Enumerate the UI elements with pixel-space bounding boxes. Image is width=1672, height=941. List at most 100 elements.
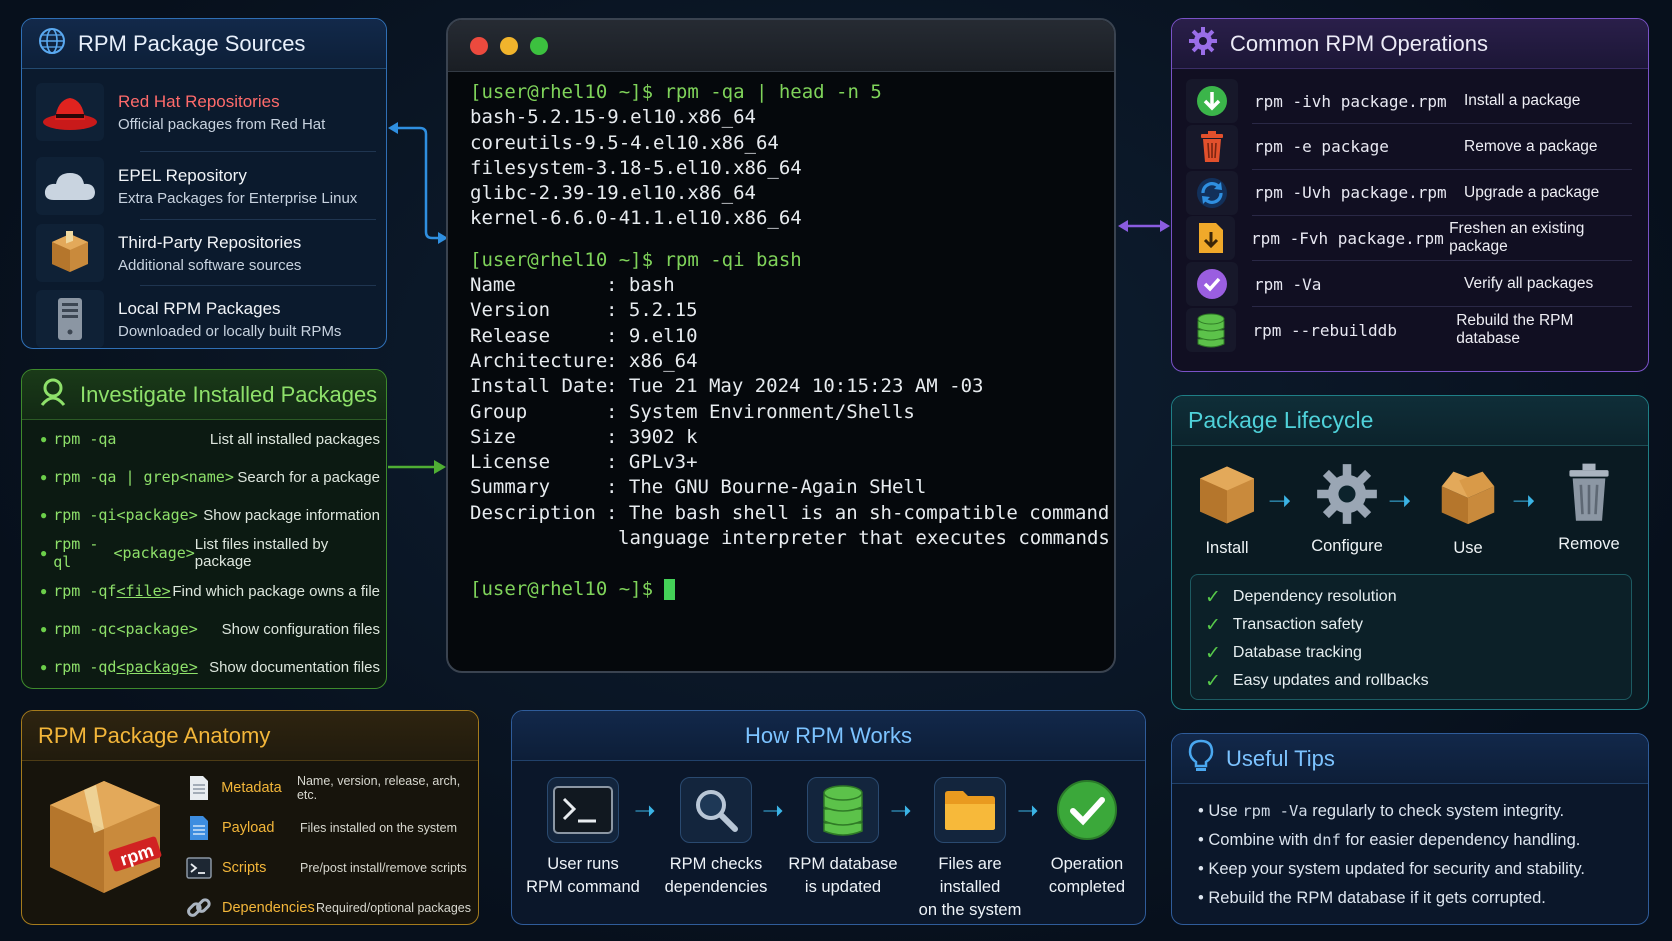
source-item-third-party[interactable]: Third-Party Repositories Additional soft…	[36, 222, 376, 284]
bullet: ●	[40, 546, 48, 560]
tip-text: Rebuild the RPM database if it gets corr…	[1208, 889, 1546, 907]
investigate-item[interactable]: ● rpm -qa | grep <name> Search for a packa…	[40, 462, 380, 492]
source-item-red-hat[interactable]: Red Hat Repositories Official packages f…	[36, 81, 376, 143]
terminal-prompt: [user@rhel10 ~]$	[470, 578, 654, 601]
operation-row[interactable]: rpm --rebuilddb Rebuild the RPM database	[1186, 306, 1636, 354]
database-icon	[1186, 308, 1237, 352]
anatomy-item-desc: Pre/post install/remove scripts	[300, 861, 467, 875]
maximize-window-button[interactable]	[530, 36, 548, 55]
red-hat-icon	[36, 83, 104, 141]
lifecycle-step-label: Use	[1453, 539, 1483, 557]
info-key: Summary	[470, 476, 551, 499]
link-icon	[186, 895, 212, 921]
package-info-line: Size: 3902 k	[470, 425, 1110, 450]
source-item-epel[interactable]: EPEL Repository Extra Packages for Enter…	[36, 155, 376, 217]
info-value: bash	[628, 274, 675, 297]
operation-row[interactable]: rpm -e package Remove a package	[1186, 123, 1636, 171]
magnifier-icon	[680, 777, 752, 843]
arrow-right-icon: ➝	[1388, 485, 1412, 516]
package-info-line: Summary: The GNU Bourne-Again SHell	[470, 475, 1110, 500]
investigate-item[interactable]: ● rpm -qd <package> Show documentation fil…	[40, 652, 380, 682]
package-box-icon	[36, 224, 104, 282]
anatomy-item-scripts: Scripts Pre/post install/remove scripts	[186, 851, 467, 885]
command-desc: Show configuration files	[221, 620, 380, 638]
terminal-command: rpm -qa | head -n 5	[653, 81, 882, 103]
tip-item: • Combine with dnf for easier dependency…	[1198, 831, 1581, 849]
operation-row[interactable]: rpm -Va Verify all packages	[1186, 260, 1636, 308]
info-key: Architecture	[470, 349, 608, 372]
check-circle-icon	[1051, 777, 1123, 843]
benefit-item: ✓ Database tracking	[1205, 639, 1631, 667]
info-value: 3902 k	[628, 425, 698, 448]
operation-desc: Install a package	[1464, 92, 1581, 109]
info-separator: :	[606, 425, 629, 448]
investigate-item[interactable]: ● rpm -qa List all installed packages	[40, 424, 380, 454]
terminal-prompt: [user@rhel10 ~]$	[470, 81, 654, 103]
investigate-header: Investigate Installed Packages	[22, 370, 386, 420]
download-icon	[1186, 79, 1238, 123]
command-arg: <name>	[179, 468, 234, 486]
step-label-line: RPM command	[526, 878, 640, 896]
investigate-item[interactable]: ● rpm -qf <file> Find which package owns a…	[40, 576, 380, 606]
source-item-local[interactable]: Local RPM Packages Downloaded or locally…	[36, 288, 376, 348]
command: rpm -qa | grep	[53, 468, 180, 486]
close-window-button[interactable]	[470, 36, 488, 55]
info-value: 9.el10	[628, 324, 698, 347]
terminal-output[interactable]: [user@rhel10 ~]$ rpm -qa | head -n 5 bash…	[470, 80, 1110, 603]
document-icon	[186, 774, 211, 802]
step-label-line: Operation	[1050, 855, 1124, 873]
terminal-command-line[interactable]: [user@rhel10 ~]$	[470, 577, 1110, 602]
search-icon	[38, 377, 68, 413]
info-separator: :	[606, 501, 629, 524]
arrow-right-icon: ➝	[1268, 485, 1292, 516]
command-desc: List all installed packages	[209, 430, 380, 448]
investigate-item[interactable]: ● rpm -qi <package> Show package informati…	[40, 500, 380, 530]
bullet: ●	[40, 584, 48, 598]
checkmark-icon: ✓	[1205, 614, 1221, 636]
server-icon	[36, 290, 104, 348]
command-arg: <package>	[116, 506, 198, 524]
how-step-check-deps: RPM checks dependencies	[653, 777, 779, 899]
investigate-item[interactable]: ● rpm -ql <package> List files installed b…	[40, 535, 380, 571]
tip-code: rpm -Va	[1242, 802, 1308, 820]
info-key: Version	[470, 299, 551, 322]
divider	[140, 219, 376, 220]
info-separator: :	[606, 274, 629, 297]
benefit-item: ✓ Transaction safety	[1205, 611, 1631, 639]
package-info-line: Architecture: x86_64	[470, 349, 1110, 374]
divider	[140, 285, 376, 286]
file-icon	[186, 814, 212, 842]
operation-row[interactable]: rpm -Uvh package.rpm Upgrade a package	[1186, 169, 1636, 217]
info-value: x86_64	[628, 349, 698, 372]
package-box-icon	[1194, 466, 1260, 532]
investigate-item[interactable]: ● rpm -qc <package> Show configuration fil…	[40, 614, 380, 644]
lifecycle-step-use: Use	[1423, 462, 1513, 558]
bullet: ●	[40, 660, 48, 674]
tip-code: dnf	[1312, 831, 1341, 849]
anatomy-item-dependencies: Dependencies Required/optional packages	[186, 891, 471, 924]
minimize-window-button[interactable]	[500, 36, 518, 55]
operation-row[interactable]: rpm -Fvh package.rpm Freshen an existing …	[1186, 214, 1636, 262]
terminal-command: rpm -qi bash	[653, 248, 802, 271]
refresh-icon	[1186, 170, 1238, 215]
package-sources-panel: RPM Package Sources Red Hat Repositories…	[21, 18, 387, 349]
info-key: Group	[470, 400, 528, 423]
how-step-files-installed: Files are installed on the system	[907, 777, 1033, 922]
tip-text: regularly to check system integrity.	[1307, 802, 1565, 820]
source-desc: Downloaded or locally built RPMs	[118, 322, 342, 340]
terminal-titlebar	[448, 20, 1114, 72]
info-separator: :	[606, 451, 629, 474]
operation-command: rpm -Fvh package.rpm	[1251, 228, 1444, 248]
operation-row[interactable]: rpm -ivh package.rpm Install a package	[1186, 77, 1636, 125]
tip-item: • Rebuild the RPM database if it gets co…	[1198, 889, 1546, 907]
terminal-window[interactable]: [user@rhel10 ~]$ rpm -qa | head -n 5 bash…	[446, 18, 1116, 673]
operation-command: rpm -e package	[1254, 137, 1389, 157]
package-lifecycle-header: Package Lifecycle	[1172, 396, 1648, 446]
benefit-label: Database tracking	[1232, 644, 1362, 661]
checkmark-icon: ✓	[1205, 670, 1221, 692]
trash-icon	[1564, 463, 1614, 528]
checkmark-icon: ✓	[1205, 586, 1221, 608]
info-value: 5.2.15	[628, 299, 698, 322]
command: rpm -qc	[53, 620, 117, 638]
terminal-icon	[547, 777, 619, 843]
